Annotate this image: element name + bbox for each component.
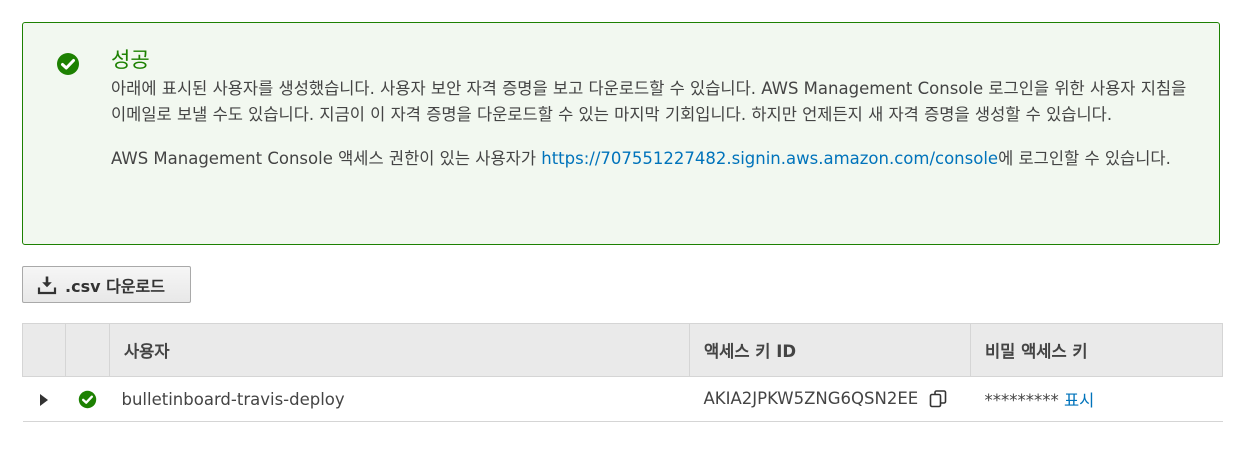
console-prefix: AWS Management Console 액세스 권한이 있는 사용자가 — [111, 149, 542, 168]
header-expand — [22, 323, 66, 377]
copy-icon[interactable] — [928, 389, 948, 409]
status-cell — [65, 376, 110, 422]
expand-row-caret-icon[interactable] — [40, 394, 48, 406]
success-alert: 성공 아래에 표시된 사용자를 생성했습니다. 사용자 보안 자격 증명을 보고… — [22, 22, 1220, 245]
download-csv-button[interactable]: .csv 다운로드 — [22, 266, 191, 303]
table-row: bulletinboard-travis-deploy AKIA2JPKW5ZN… — [22, 376, 1223, 422]
user-name: bulletinboard-travis-deploy — [109, 376, 690, 422]
access-key-id: AKIA2JPKW5ZNG6QSN2EE — [703, 388, 919, 408]
header-status — [65, 323, 110, 377]
secret-key-cell: ********* 표시 — [970, 376, 1223, 422]
check-circle-icon — [78, 390, 97, 409]
header-secret-access-key: 비밀 액세스 키 — [970, 323, 1223, 377]
alert-title: 성공 — [111, 48, 150, 72]
show-secret-link[interactable]: 표시 — [1064, 391, 1094, 410]
alert-message: 아래에 표시된 사용자를 생성했습니다. 사용자 보안 자격 증명을 보고 다운… — [111, 79, 1187, 124]
download-icon — [37, 276, 57, 294]
console-suffix: 에 로그인할 수 있습니다. — [998, 149, 1171, 168]
check-circle-icon — [57, 53, 79, 75]
header-user: 사용자 — [109, 323, 690, 377]
access-key-cell: AKIA2JPKW5ZNG6QSN2EE — [689, 376, 971, 422]
expand-cell — [22, 376, 66, 422]
alert-body: 아래에 표시된 사용자를 생성했습니다. 사용자 보안 자격 증명을 보고 다운… — [111, 76, 1201, 172]
console-signin-link[interactable]: https://707551227482.signin.aws.amazon.c… — [541, 149, 998, 168]
secret-key-masked: ********* — [984, 391, 1059, 410]
header-access-key-id: 액세스 키 ID — [689, 323, 971, 377]
user-credentials-table: 사용자 액세스 키 ID 비밀 액세스 키 bulletinboard-trav… — [22, 323, 1223, 422]
alert-console-info: AWS Management Console 액세스 권한이 있는 사용자가 h… — [111, 146, 1201, 172]
table-header-row: 사용자 액세스 키 ID 비밀 액세스 키 — [22, 323, 1223, 377]
download-csv-label: .csv 다운로드 — [65, 276, 165, 296]
